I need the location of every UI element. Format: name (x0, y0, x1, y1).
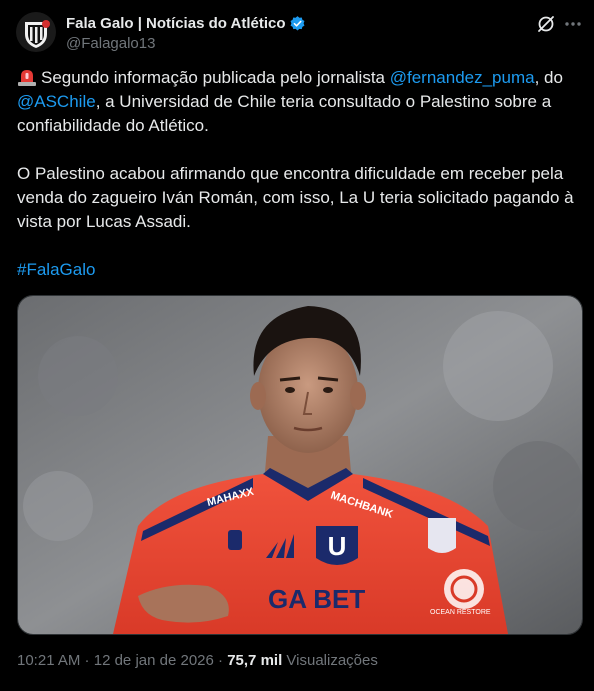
verified-badge-icon[interactable] (289, 15, 306, 32)
jersey-crest: U (328, 531, 347, 561)
club-crest-avatar-icon (16, 12, 56, 52)
avatar[interactable] (16, 12, 56, 52)
text-p1-a: Segundo informação publicada pelo jornal… (41, 68, 390, 87)
views-count: 75,7 mil (227, 652, 283, 669)
paragraph-2: O Palestino acabou afirmando que encontr… (17, 164, 574, 231)
jersey-sponsor: GA BET (268, 584, 365, 614)
more-icon[interactable] (563, 14, 583, 34)
author-names: Fala Galo | Notícias do Atlético @Falaga… (66, 13, 306, 52)
tweet: Fala Galo | Notícias do Atlético @Falaga… (0, 0, 594, 691)
player-photo: U MAHAXX MACHBANK GA BET OCEAN RESTORE (18, 296, 582, 634)
text-p1-b: , do (534, 68, 563, 87)
tweet-time[interactable]: 10:21 AM (17, 652, 80, 669)
mention-aschile[interactable]: @ASChile (17, 92, 96, 111)
grok-icon[interactable] (536, 14, 556, 34)
handle[interactable]: @Falagalo13 (66, 35, 306, 52)
mention-fernandez-puma[interactable]: @fernandez_puma (390, 68, 535, 87)
tweet-image[interactable]: U MAHAXX MACHBANK GA BET OCEAN RESTORE (17, 295, 583, 635)
views-label: Visualizações (282, 652, 378, 669)
tweet-meta: 10:21 AM · 12 de jan de 2026 · 75,7 mil … (17, 652, 378, 669)
sleeve-patch-text: OCEAN RESTORE (430, 609, 491, 616)
text-p1-c: , a Universidad de Chile teria consultad… (17, 92, 552, 135)
tweet-date[interactable]: 12 de jan de 2026 (94, 652, 214, 669)
meta-separator-2: · (213, 652, 228, 669)
hashtag-falagalo[interactable]: #FalaGalo (17, 260, 95, 279)
meta-separator: · (80, 652, 94, 669)
display-name[interactable]: Fala Galo | Notícias do Atlético (66, 15, 286, 32)
tweet-text: Segundo informação publicada pelo jornal… (17, 66, 582, 282)
paragraph-1: Segundo informação publicada pelo jornal… (17, 66, 582, 138)
display-name-row: Fala Galo | Notícias do Atlético (66, 13, 306, 33)
siren-emoji-icon (18, 70, 36, 86)
